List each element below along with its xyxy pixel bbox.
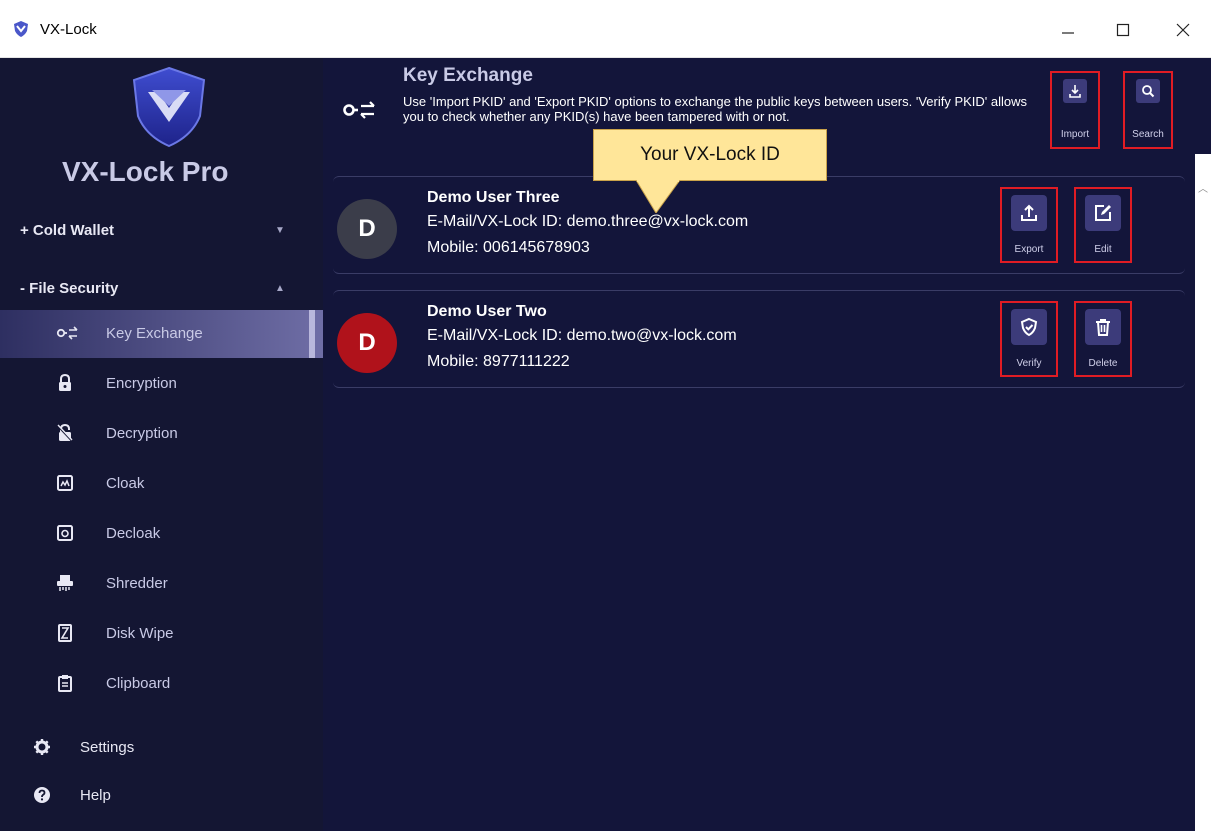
- search-icon: [1142, 85, 1155, 98]
- export-icon: [1021, 204, 1037, 221]
- section-label: - File Security: [20, 280, 119, 297]
- lock-icon: [59, 374, 71, 391]
- export-label: Export: [1014, 244, 1044, 255]
- sidebar-item-label: Key Exchange: [106, 325, 203, 342]
- contact-name: Demo User Two: [427, 303, 547, 320]
- import-label: Import: [1060, 129, 1090, 140]
- contact-name: Demo User Three: [427, 189, 560, 206]
- avatar: D: [337, 313, 397, 373]
- contact-mobile: Mobile: 8977111222: [427, 353, 570, 370]
- edit-button[interactable]: Edit: [1074, 187, 1132, 263]
- sidebar-item-label: Help: [80, 787, 111, 804]
- contact-card: D Demo User Two E-Mail/VX-Lock ID: demo.…: [333, 290, 1185, 388]
- callout-tooltip: Your VX-Lock ID: [593, 129, 827, 181]
- sidebar: VX-Lock Pro + Cold Wallet ▼ - File Secur…: [0, 58, 323, 831]
- search-button[interactable]: Search: [1123, 71, 1173, 149]
- sidebar-item-label: Encryption: [106, 375, 177, 392]
- callout-pointer: [635, 180, 681, 213]
- edit-label: Edit: [1094, 244, 1112, 255]
- sidebar-item-clipboard[interactable]: Clipboard: [0, 660, 323, 708]
- delete-icon-box: [1085, 309, 1121, 345]
- search-label: Search: [1132, 129, 1164, 140]
- chevron-up-icon: ▲: [275, 283, 285, 294]
- verify-button[interactable]: Verify: [1000, 301, 1058, 377]
- search-icon-box: [1136, 79, 1160, 103]
- shield-logo-icon: [14, 21, 28, 37]
- sidebar-item-label: Clipboard: [106, 675, 171, 692]
- delete-button[interactable]: Delete: [1074, 301, 1132, 377]
- scroll-up-icon[interactable]: ︿: [1198, 180, 1208, 195]
- verify-label: Verify: [1016, 358, 1042, 369]
- section-file-security[interactable]: - File Security ▲: [20, 280, 285, 297]
- clipboard-icon: [58, 675, 72, 692]
- vx-lock-logo: [132, 66, 206, 148]
- sidebar-item-decloak[interactable]: Decloak: [0, 510, 323, 558]
- export-button[interactable]: Export: [1000, 187, 1058, 263]
- sidebar-item-label: Cloak: [106, 475, 145, 492]
- chevron-down-icon: ▼: [275, 225, 285, 236]
- contact-email: E-Mail/VX-Lock ID: demo.three@vx-lock.co…: [427, 213, 749, 230]
- minimize-icon: [1062, 32, 1074, 34]
- brand-name: VX-Lock Pro: [62, 156, 229, 187]
- cloak-icon: [57, 475, 73, 491]
- sidebar-item-label: Decryption: [106, 425, 178, 442]
- gear-icon: [34, 739, 50, 755]
- contact-email: E-Mail/VX-Lock ID: demo.two@vx-lock.com: [427, 327, 737, 344]
- minimize-button[interactable]: [1048, 12, 1088, 48]
- sidebar-item-label: Decloak: [106, 525, 161, 542]
- page-description: Use 'Import PKID' and 'Export PKID' opti…: [403, 94, 1028, 124]
- window-title: VX-Lock: [40, 21, 97, 38]
- sidebar-item-label: Shredder: [106, 575, 168, 592]
- contact-mobile: Mobile: 006145678903: [427, 239, 590, 256]
- import-button[interactable]: Import: [1050, 71, 1100, 149]
- edit-icon-box: [1085, 195, 1121, 231]
- sidebar-item-settings[interactable]: Settings: [0, 728, 323, 768]
- maximize-button[interactable]: [1103, 12, 1143, 48]
- sidebar-item-help[interactable]: Help: [0, 776, 323, 816]
- section-cold-wallet[interactable]: + Cold Wallet ▼: [20, 222, 285, 239]
- import-icon-box: [1063, 79, 1087, 103]
- key-exchange-icon: [56, 326, 78, 340]
- maximize-icon: [1116, 23, 1130, 37]
- import-icon: [1069, 85, 1081, 98]
- unlock-icon: [57, 424, 73, 442]
- delete-label: Delete: [1088, 358, 1118, 369]
- sidebar-item-shredder[interactable]: Shredder: [0, 560, 323, 608]
- page-title: Key Exchange: [403, 65, 533, 86]
- shredder-icon: [57, 575, 73, 591]
- close-icon: [1176, 23, 1190, 37]
- trash-icon: [1096, 319, 1110, 336]
- help-icon: [34, 787, 50, 803]
- sidebar-item-label: Settings: [80, 739, 135, 756]
- export-icon-box: [1011, 195, 1047, 231]
- title-bar: VX-Lock: [0, 0, 1211, 58]
- sidebar-item-encryption[interactable]: Encryption: [0, 360, 323, 408]
- shield-check-icon: [1020, 317, 1038, 337]
- sidebar-item-label: Disk Wipe: [106, 625, 174, 642]
- contact-card: D Demo User Three E-Mail/VX-Lock ID: dem…: [333, 176, 1185, 274]
- close-button[interactable]: [1163, 12, 1203, 48]
- section-label: + Cold Wallet: [20, 222, 115, 239]
- edit-icon: [1095, 205, 1111, 221]
- disk-wipe-icon: [58, 624, 72, 642]
- sidebar-item-cloak[interactable]: Cloak: [0, 460, 323, 508]
- sidebar-item-key-exchange[interactable]: Key Exchange: [0, 310, 323, 358]
- sidebar-item-disk-wipe[interactable]: Disk Wipe: [0, 610, 323, 658]
- sidebar-item-decryption[interactable]: Decryption: [0, 410, 323, 458]
- decloak-icon: [57, 525, 73, 541]
- verify-icon-box: [1011, 309, 1047, 345]
- avatar: D: [337, 199, 397, 259]
- scrollbar[interactable]: ︿: [1195, 154, 1211, 831]
- key-exchange-icon: [343, 101, 375, 119]
